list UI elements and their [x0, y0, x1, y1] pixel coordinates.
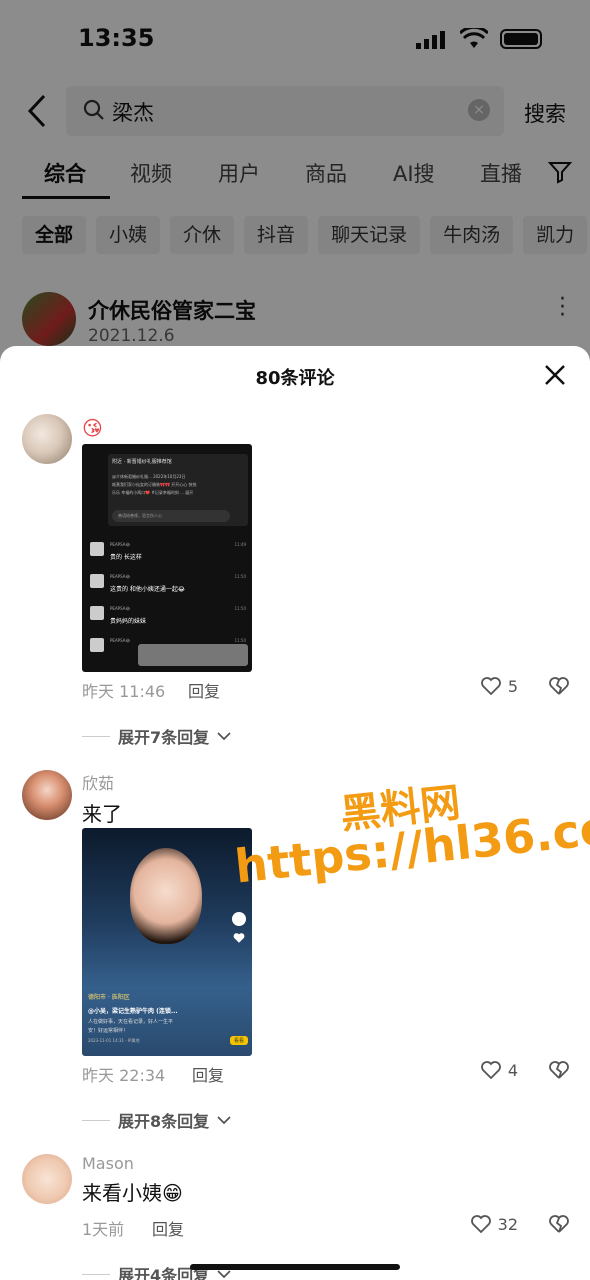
video-card-header: 附近 · 新晋婚纱礼服推荐馆 [112, 459, 172, 465]
chat-name: PEAPSA😂 [110, 606, 131, 611]
avatar[interactable] [22, 414, 72, 464]
chevron-down-icon [217, 732, 231, 741]
comment-item: 😘 附近 · 新晋婚纱礼服推荐馆 @介休新君婚纱礼服... 2022年10月23… [22, 414, 578, 747]
chat-row: PEAPSA😂 11:50 贵妈妈的妹妹 [86, 606, 248, 638]
comment-username[interactable]: 欣茹 [82, 770, 572, 794]
like-count: 4 [507, 1060, 518, 1080]
like-button[interactable]: 5 [480, 676, 518, 696]
broken-heart-icon[interactable] [548, 1214, 570, 1234]
comment-sheet: 80条评论 😘 附近 · 新晋婚纱礼服推荐馆 @介休新君婚纱礼服... 2022… [0, 346, 590, 1280]
video-card-input: 善语结善缘，恶言伤人心 [112, 510, 230, 522]
like-button[interactable]: 32 [470, 1214, 518, 1234]
avatar [90, 542, 104, 556]
comment-text: 来了 [82, 802, 122, 826]
chat-message: 这贵的 和他小姨还通一起😂 [110, 586, 185, 593]
chevron-down-icon [217, 1116, 231, 1125]
video-caption: 人在做好事，天在看记录，好人一生平 [88, 1019, 174, 1025]
comment-time: 昨天 11:46 [82, 682, 166, 701]
reply-button[interactable]: 回复 [188, 678, 220, 702]
avatar[interactable] [22, 770, 72, 820]
broken-heart-icon[interactable] [548, 1060, 570, 1080]
like-count: 32 [497, 1214, 518, 1234]
chat-row: PEAPSA😂 11:49 贵的 长这样 [86, 542, 248, 574]
expand-replies-button[interactable]: 展开8条回复 [82, 1108, 231, 1132]
heart-icon [233, 933, 245, 943]
divider [82, 1273, 110, 1275]
avatar [90, 574, 104, 588]
divider [82, 735, 110, 737]
comment-item: Mason 来看小姨😁 1天前 回复 32 展开4条回复 [22, 1154, 578, 1280]
comment-count-title: 80条评论 [255, 368, 335, 389]
video-caption: 安！好运常相伴！ [88, 1028, 129, 1034]
home-indicator [190, 1264, 400, 1270]
chat-time: 11:50 [234, 574, 246, 579]
reply-button[interactable]: 回复 [192, 1062, 224, 1086]
avatar [90, 638, 104, 652]
video-card: 附近 · 新晋婚纱礼服推荐馆 @介休新君婚纱礼服... 2022年10月23日 … [108, 454, 248, 526]
heart-icon [480, 1061, 501, 1080]
avatar[interactable] [22, 1154, 72, 1204]
video-location: 德阳市 · 旌阳区 [88, 994, 130, 1001]
expand-replies-label: 展开7条回复 [118, 728, 210, 747]
chat-time: 11:50 [234, 638, 246, 643]
video-avatar [232, 912, 246, 926]
video-tag: 看看 [229, 1036, 248, 1045]
chat-row: PEAPSA😂 11:50 这贵的 和他小姨还通一起😂 [86, 574, 248, 606]
chat-time: 11:50 [234, 606, 246, 611]
video-card-caption: @介休新君婚纱礼服... 2022年10月23日 [112, 474, 186, 479]
comment-text: 来看小姨😁 [82, 1181, 183, 1205]
comment-item: 欣茹 来了 德阳市 · 旌阳区 @小吴，梁记生熟驴牛肉 (连锁... 人在做好事… [22, 770, 578, 1132]
chat-row: PEAPSA😂 11:50 [86, 638, 248, 666]
close-icon[interactable] [542, 362, 568, 388]
comment-time: 1天前 [82, 1220, 125, 1239]
chat-image [138, 644, 248, 666]
chat-message: 贵妈妈的妹妹 [110, 618, 147, 625]
chat-message: 贵的 长这样 [110, 554, 142, 561]
comment-image[interactable]: 附近 · 新晋婚纱礼服推荐馆 @介休新君婚纱礼服... 2022年10月23日 … [82, 444, 252, 672]
comment-image[interactable]: 德阳市 · 旌阳区 @小吴，梁记生熟驴牛肉 (连锁... 人在做好事，天在看记录… [82, 828, 252, 1056]
chat-name: PEAPSA😂 [110, 574, 131, 579]
video-caption: @小吴，梁记生熟驴牛肉 (连锁... [88, 1008, 178, 1015]
chevron-down-icon [217, 1270, 231, 1279]
video-card-caption: 乐乐 幸福的小两口❤️ #记录幸福时刻 ... 展开 [112, 490, 194, 495]
video-date: 2023-11-01 14:31 · IP属地 [88, 1038, 140, 1043]
comment-text: 😘 [82, 416, 103, 440]
avatar [90, 606, 104, 620]
divider [82, 1119, 110, 1121]
chat-list: PEAPSA😂 11:49 贵的 长这样 PEAPSA😂 11:50 这贵的 和… [86, 542, 248, 666]
like-count: 5 [507, 676, 518, 696]
chat-name: PEAPSA😂 [110, 638, 131, 643]
expand-replies-button[interactable]: 展开7条回复 [82, 724, 231, 748]
chat-time: 11:49 [234, 542, 246, 547]
comment-time: 昨天 22:34 [82, 1066, 166, 1085]
like-button[interactable]: 4 [480, 1060, 518, 1080]
reply-button[interactable]: 回复 [152, 1216, 184, 1240]
heart-icon [470, 1215, 491, 1234]
expand-replies-label: 展开8条回复 [118, 1112, 210, 1131]
broken-heart-icon[interactable] [548, 676, 570, 696]
portrait [130, 848, 202, 944]
heart-icon [480, 677, 501, 696]
video-card-caption: 耗黄我们家小仙女的订婚装🎀🎀 开开心心 快快 [112, 482, 197, 487]
comment-username[interactable]: Mason [82, 1154, 572, 1173]
chat-name: PEAPSA😂 [110, 542, 131, 547]
